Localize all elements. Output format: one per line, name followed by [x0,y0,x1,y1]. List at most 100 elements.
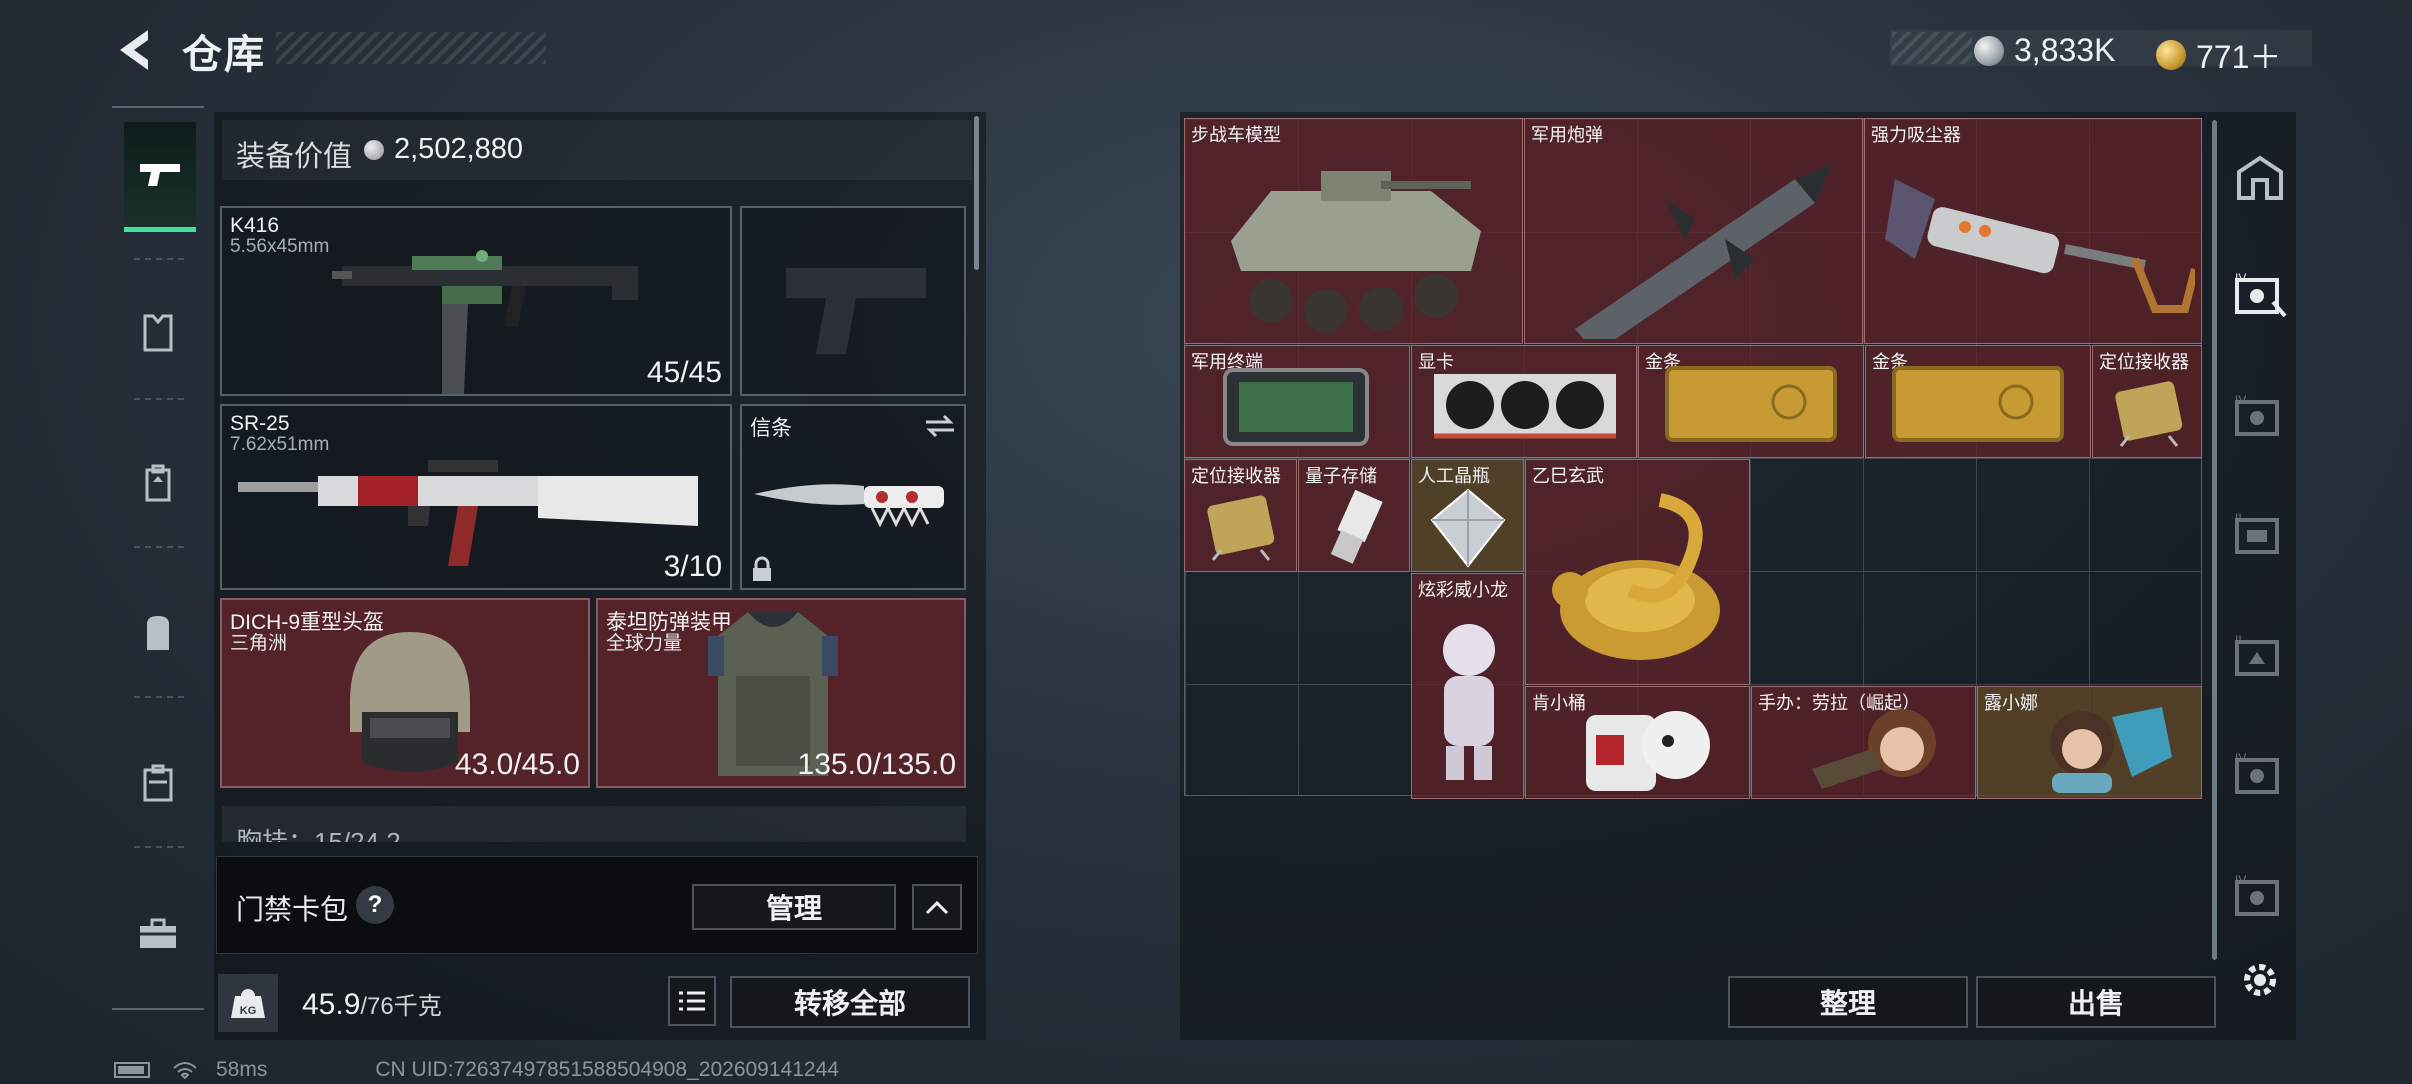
nav-container[interactable] [112,728,204,838]
chevron-up-icon [925,900,949,915]
stash-scrollbar[interactable] [2212,120,2217,960]
stash-item[interactable]: 金条 [1638,345,1864,458]
storage-tier-icon: IV [2235,752,2279,794]
stash-item[interactable]: 乙巳玄武 [1525,459,1750,685]
stash-item[interactable]: 定位接收器 [2092,345,2202,458]
gold-bar-icon [1892,366,2064,442]
helmet-slot[interactable]: DICH-9重型头盔 三角洲 43.0/45.0 [220,598,590,788]
stash-item[interactable]: 手办：劳拉（崛起） [1751,686,1976,799]
sniper-rifle-icon [238,460,698,566]
stash-item[interactable]: 肯小桶 [1525,686,1750,799]
stash-item[interactable]: 量子存储 [1298,459,1410,572]
tab-storage-2[interactable]: IV [2220,372,2300,462]
equipment-value: 2,502,880 [394,133,524,165]
stash-item[interactable]: 步战车模型 [1184,118,1523,344]
chest-rig-row[interactable]: 胸挂：15/24 2 [222,806,966,842]
kg-weight-icon: KG [231,989,265,1018]
category-nav [112,106,204,1010]
stash-item[interactable]: 强力吸尘器 [1864,118,2202,344]
secondary-weapon-slot[interactable]: SR-25 7.62x51mm 3/10 [220,404,732,590]
sort-button[interactable]: 整理 [1728,976,1968,1028]
usb-storage-icon [1330,490,1383,564]
silver-coin-icon [364,140,384,160]
nav-armor[interactable] [112,278,204,388]
storage-tier-icon: IV [2235,874,2279,916]
stash-item[interactable]: 露小娜 [1977,686,2202,799]
silver-coin-icon [1974,35,2004,66]
settings-tab[interactable] [2220,936,2300,1024]
stash-item[interactable]: 炫彩威小龙 [1411,573,1524,799]
weight-icon: KG [218,974,278,1032]
crystal-vial-icon [1430,488,1506,568]
user-uid: CN UID:72637497851588504908_202609141244 [375,1058,839,1081]
tab-storage-3[interactable]: II [2220,490,2300,580]
svg-text:II: II [2235,634,2242,647]
vest-icon [143,314,173,352]
battery-icon [114,1062,150,1078]
list-icon [679,991,705,1011]
armor-brand: 全球力量 [606,633,683,654]
primary-weapon-slot[interactable]: K416 5.56x45mm 45/45 [220,206,732,396]
primary-weapon-name: K416 [230,214,280,237]
stash-item[interactable]: 军用炮弹 [1524,118,1863,344]
gold-currency[interactable]: 771＋ [2156,32,2281,78]
melee-slot[interactable]: 信条 [740,404,966,590]
status-bar: 58ms CN UID:72637497851588504908_2026091… [114,1058,839,1082]
backpack-icon [147,616,169,650]
svg-text:IV: IV [2235,874,2246,887]
help-icon[interactable]: ? [356,886,394,924]
storage-home-icon [2237,155,2283,200]
storage-tier-icon: II [2235,512,2279,554]
body-armor-slot[interactable]: 泰坦防弹装甲 全球力量 135.0/135.0 [596,598,966,788]
ping: 58ms [216,1058,268,1081]
gear-icon [2244,964,2276,996]
item-name: 人工晶瓶 [1418,466,1490,486]
tab-storage-5[interactable]: IV [2220,730,2300,820]
briefcase-icon [140,918,176,948]
back-icon[interactable] [112,26,156,74]
svg-text:KG: KG [240,1005,257,1017]
carry-weight: 45.9/76千克 [302,986,442,1022]
stash-item[interactable]: 金条 [1865,345,2091,458]
nav-backpack[interactable] [112,578,204,688]
equipment-scrollbar[interactable] [974,116,979,270]
tab-storage-4[interactable]: II [2220,612,2300,702]
title-decoration [276,32,546,64]
gold-coin-icon [2156,40,2186,70]
silver-amount: 3,833K [2014,32,2116,68]
gold-bar-icon [1665,366,1837,442]
ifv-model-icon [1231,171,1481,333]
stash-item[interactable]: 显卡 [1411,345,1637,458]
storage-tier-icon: II [2235,634,2279,676]
weight-max: /76千克 [360,993,442,1020]
list-view-button[interactable] [668,976,716,1026]
lock-icon [753,556,771,581]
tab-storage-1[interactable]: IV [2220,250,2300,340]
tab-storage-6[interactable]: IV [2220,852,2300,942]
nav-case[interactable] [112,878,204,988]
golden-turtle-statue-icon [1552,493,1720,660]
swap-icon[interactable] [924,414,956,438]
rifle-icon [332,250,638,394]
expand-button[interactable] [912,884,962,930]
nav-chest-rig[interactable] [112,428,204,538]
secondary-weapon-name: SR-25 [230,412,290,435]
svg-text:II: II [2235,512,2242,525]
pistol-slot[interactable] [740,206,966,396]
item-name: 定位接收器 [2099,352,2189,372]
stash-item[interactable]: 军用终端 [1184,345,1410,458]
luna-figure-icon [2050,707,2172,793]
tab-all-storage[interactable] [2220,132,2300,222]
silver-currency[interactable]: 3,833K [1974,32,2115,69]
weight-current: 45.9 [302,988,361,1021]
helmet-brand: 三角洲 [230,633,288,654]
sell-button[interactable]: 出售 [1976,976,2216,1028]
stash-item[interactable]: 人工晶瓶 [1411,459,1524,572]
storage-tier-icon: IV [2235,394,2279,436]
helmet-durability: 43.0/45.0 [454,748,580,781]
transfer-all-button[interactable]: 转移全部 [730,976,970,1028]
stash-item[interactable]: 定位接收器 [1184,459,1297,572]
item-name: 炫彩威小龙 [1418,580,1508,600]
nav-weapons[interactable] [124,122,196,232]
manage-button[interactable]: 管理 [692,884,896,930]
